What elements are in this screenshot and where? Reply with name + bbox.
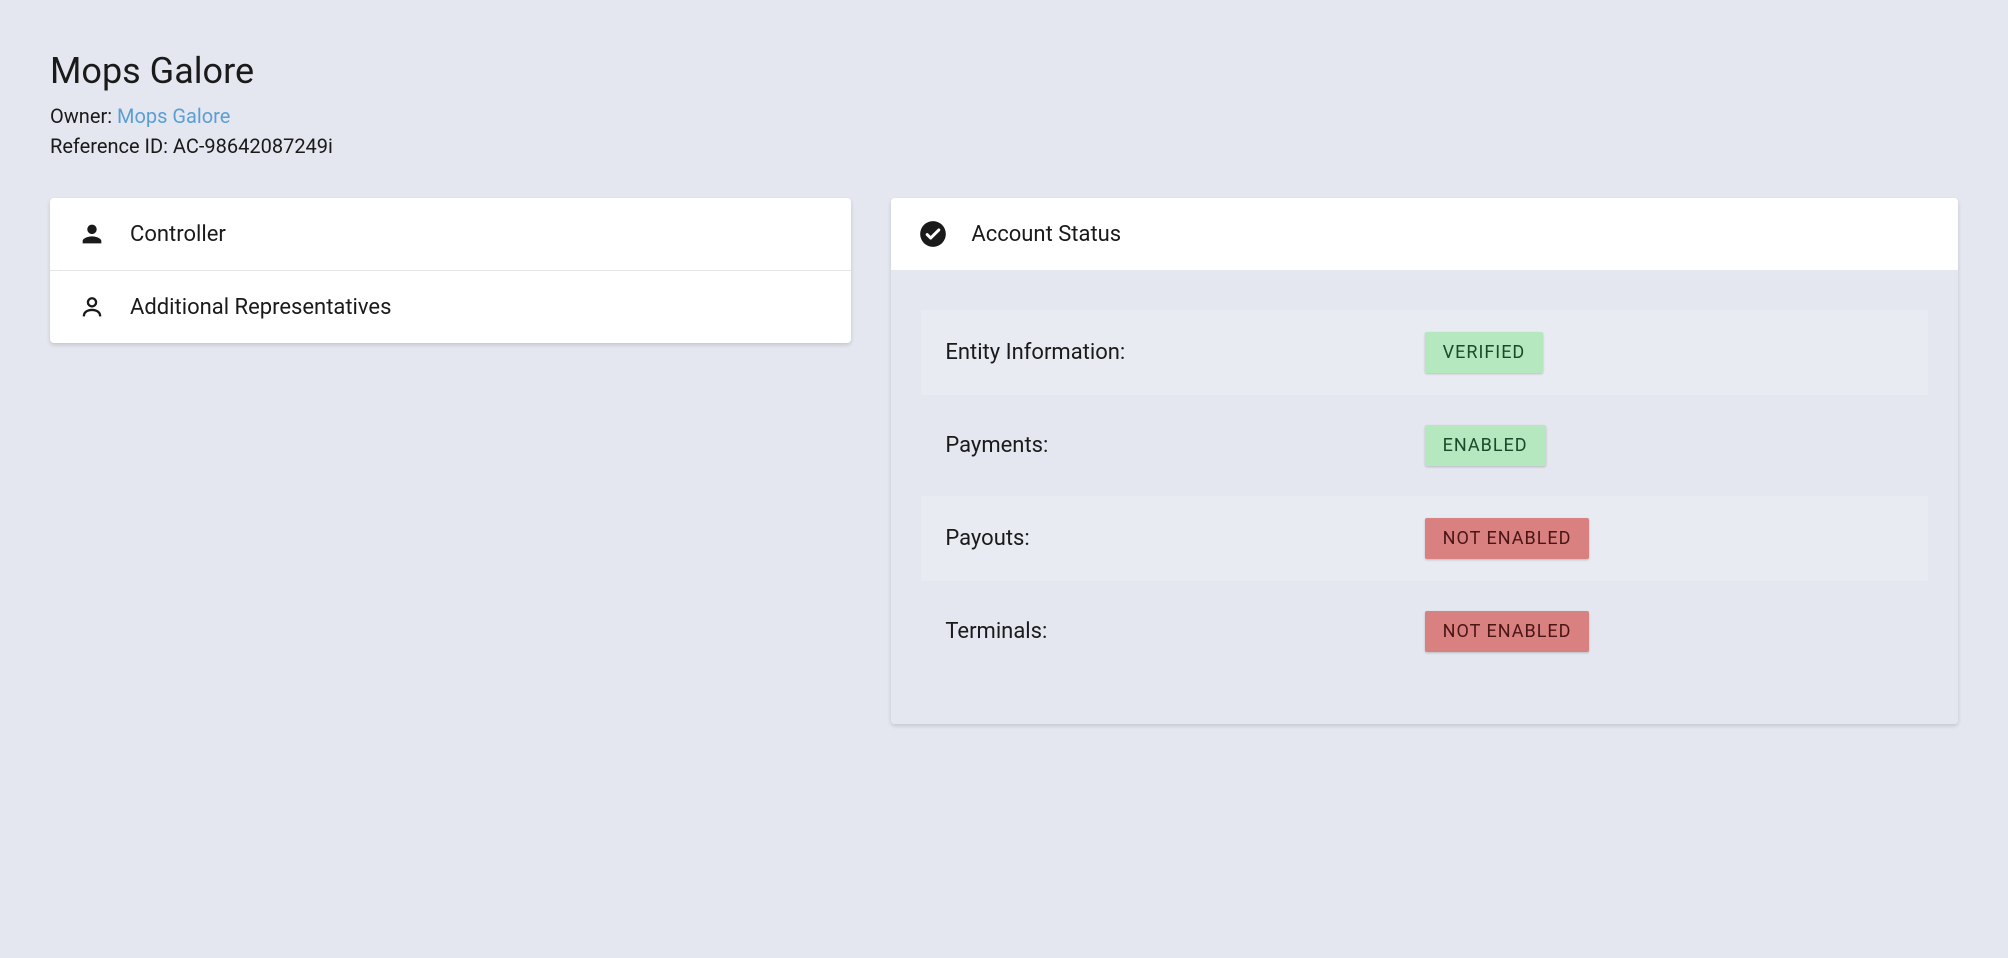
reference-label: Reference ID:	[50, 134, 173, 158]
status-body: Entity Information: VERIFIED Payments: E…	[891, 270, 1958, 724]
panel-title: Account Status	[971, 222, 1121, 247]
list-item-label: Controller	[130, 222, 226, 247]
page-header: Mops Galore Owner: Mops Galore Reference…	[50, 50, 1958, 158]
owner-line: Owner: Mops Galore	[50, 104, 1958, 128]
status-label: Terminals:	[945, 619, 1424, 644]
reference-line: Reference ID: AC-98642087249i	[50, 134, 1958, 158]
person-filled-icon	[78, 220, 106, 248]
status-badge-verified: VERIFIED	[1425, 332, 1544, 373]
owner-label: Owner:	[50, 104, 117, 128]
status-row-payments: Payments: ENABLED	[921, 403, 1928, 488]
list-item-controller[interactable]: Controller	[50, 198, 851, 271]
left-panel: Controller Additional Representatives	[50, 198, 851, 343]
list-item-label: Additional Representatives	[130, 295, 391, 320]
right-panel: Account Status Entity Information: VERIF…	[891, 198, 1958, 724]
status-label: Payouts:	[945, 526, 1424, 551]
reference-value: AC-98642087249i	[173, 134, 333, 158]
content-area: Controller Additional Representatives	[50, 198, 1958, 724]
status-label: Payments:	[945, 433, 1424, 458]
person-outline-icon	[78, 293, 106, 321]
status-badge-not-enabled: NOT ENABLED	[1425, 611, 1590, 652]
page-container: Mops Galore Owner: Mops Galore Reference…	[20, 20, 1988, 754]
panel-header: Account Status	[891, 198, 1958, 270]
check-circle-icon	[919, 220, 947, 248]
owner-link[interactable]: Mops Galore	[117, 104, 230, 128]
status-row-terminals: Terminals: NOT ENABLED	[921, 589, 1928, 674]
status-row-payouts: Payouts: NOT ENABLED	[921, 496, 1928, 581]
list-item-representatives[interactable]: Additional Representatives	[50, 271, 851, 343]
status-label: Entity Information:	[945, 340, 1424, 365]
status-badge-enabled: ENABLED	[1425, 425, 1546, 466]
status-badge-not-enabled: NOT ENABLED	[1425, 518, 1590, 559]
page-title: Mops Galore	[50, 50, 1958, 92]
status-row-entity: Entity Information: VERIFIED	[921, 310, 1928, 395]
